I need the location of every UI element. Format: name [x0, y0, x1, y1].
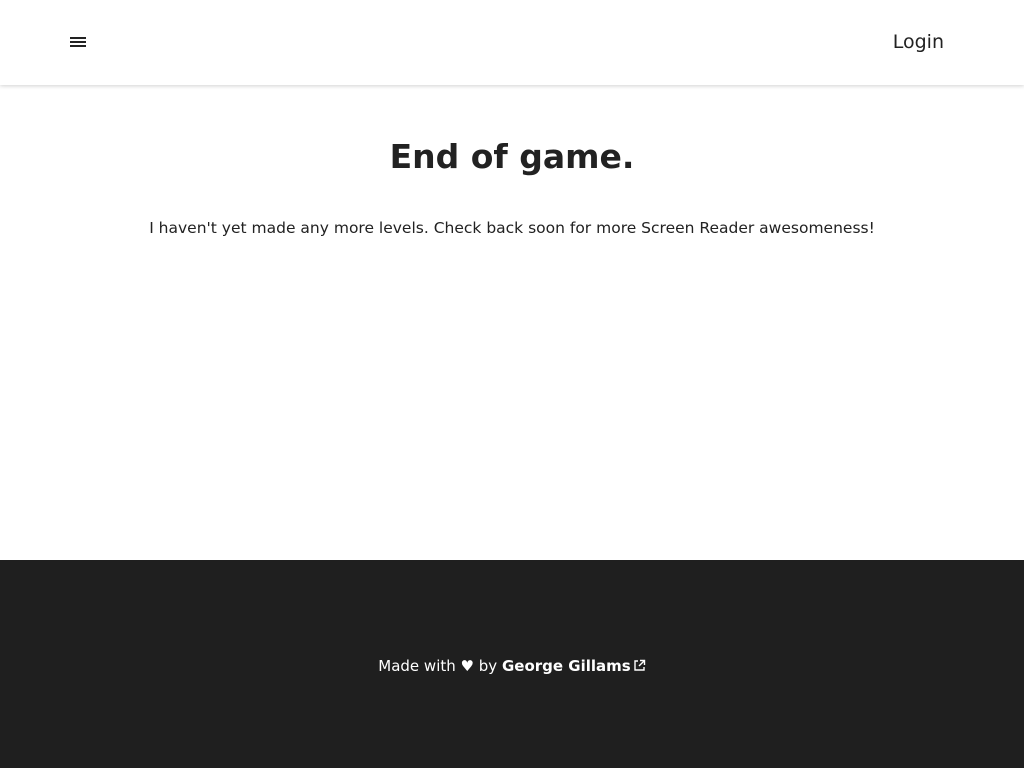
menu-button[interactable] [66, 27, 90, 57]
page: Login End of game. I haven't yet made an… [0, 0, 1024, 768]
author-name: George Gillams [501, 657, 631, 675]
made-with-text: Made with [378, 657, 456, 675]
page-title: End of game. [389, 137, 635, 176]
footer-credit: Made with ♥ by George Gillams [0, 655, 1024, 678]
top-bar: Login [0, 0, 1024, 85]
by-text: by [478, 657, 498, 675]
end-message: I haven't yet made any more levels. Chec… [149, 219, 875, 237]
external-link-icon [633, 656, 646, 678]
login-link[interactable]: Login [893, 29, 944, 55]
main-content: End of game. I haven't yet made any more… [0, 85, 1024, 560]
author-link[interactable]: George Gillams [502, 657, 646, 675]
heart-icon: ♥ [460, 657, 474, 675]
footer: Made with ♥ by George Gillams [0, 560, 1024, 768]
hamburger-menu-icon [69, 36, 87, 48]
